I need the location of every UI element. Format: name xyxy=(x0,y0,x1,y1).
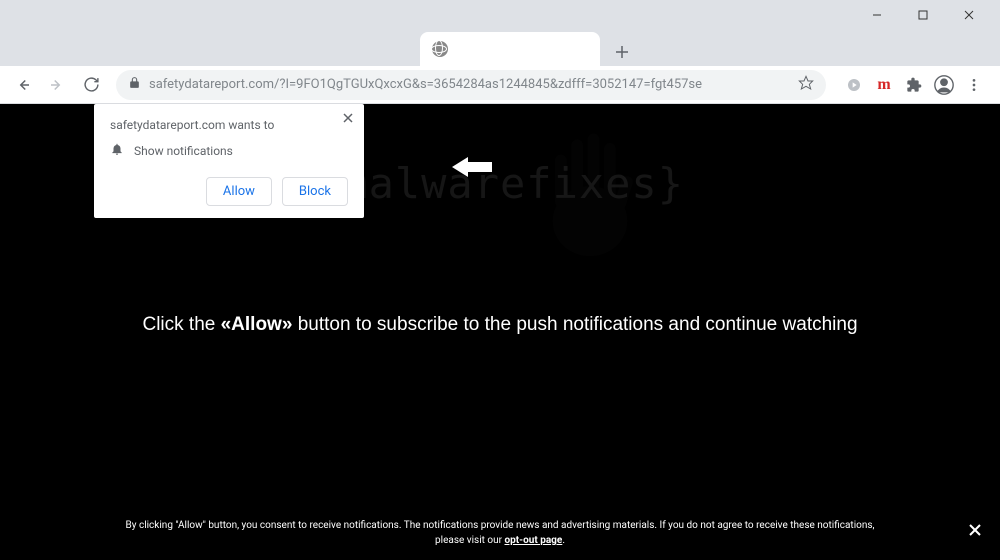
kebab-menu-icon[interactable] xyxy=(962,73,986,97)
permission-label: Show notifications xyxy=(134,144,233,158)
url-text: safetydatareport.com/?I=9FO1QgTGUxQxcxG&… xyxy=(149,77,702,92)
main-instruction-text: Click the «Allow» button to subscribe to… xyxy=(0,314,1000,336)
extension-icon-m[interactable]: m xyxy=(872,73,896,97)
block-button[interactable]: Block xyxy=(282,177,348,206)
browser-toolbar: safetydatareport.com/?I=9FO1QgTGUxQxcxG&… xyxy=(0,66,1000,104)
new-tab-button[interactable] xyxy=(608,38,636,66)
consent-banner: By clicking "Allow" button, you consent … xyxy=(0,508,1000,560)
window-minimize-button[interactable] xyxy=(854,0,900,30)
forward-button[interactable] xyxy=(42,70,72,100)
permission-origin-text: safetydatareport.com wants to xyxy=(110,118,348,132)
main-text-allow: «Allow» xyxy=(221,314,293,335)
bell-icon xyxy=(110,142,124,159)
consent-line-2b: . xyxy=(562,535,565,546)
main-text-prefix: Click the xyxy=(142,314,220,335)
extension-icon-1[interactable] xyxy=(842,73,866,97)
extensions-puzzle-icon[interactable] xyxy=(902,73,926,97)
browser-tab[interactable] xyxy=(420,32,600,66)
allow-button[interactable]: Allow xyxy=(206,177,272,206)
notification-permission-popup: safetydatareport.com wants to Show notif… xyxy=(94,104,364,218)
permission-row: Show notifications xyxy=(110,142,348,159)
globe-icon xyxy=(432,41,448,57)
consent-line-1: By clicking "Allow" button, you consent … xyxy=(126,520,875,531)
profile-avatar-icon[interactable] xyxy=(932,73,956,97)
tab-strip xyxy=(0,30,1000,66)
window-titlebar xyxy=(0,0,1000,30)
reload-button[interactable] xyxy=(76,70,106,100)
lock-icon xyxy=(128,76,141,93)
consent-line-2a: please visit our xyxy=(435,535,504,546)
opt-out-link[interactable]: opt-out page xyxy=(505,535,563,546)
star-icon[interactable] xyxy=(798,75,814,95)
page-content: {malwarefixes} Click the «Allow» button … xyxy=(0,104,1000,560)
main-text-suffix: button to subscribe to the push notifica… xyxy=(292,314,857,335)
window-maximize-button[interactable] xyxy=(900,0,946,30)
window-close-button[interactable] xyxy=(946,0,992,30)
extensions-area: m xyxy=(836,73,992,97)
address-bar[interactable]: safetydatareport.com/?I=9FO1QgTGUxQxcxG&… xyxy=(116,70,826,100)
popup-close-button[interactable] xyxy=(342,112,354,128)
hand-watermark-icon xyxy=(530,122,650,262)
back-button[interactable] xyxy=(8,70,38,100)
consent-close-button[interactable] xyxy=(968,520,982,544)
arrow-left-icon xyxy=(452,155,492,179)
